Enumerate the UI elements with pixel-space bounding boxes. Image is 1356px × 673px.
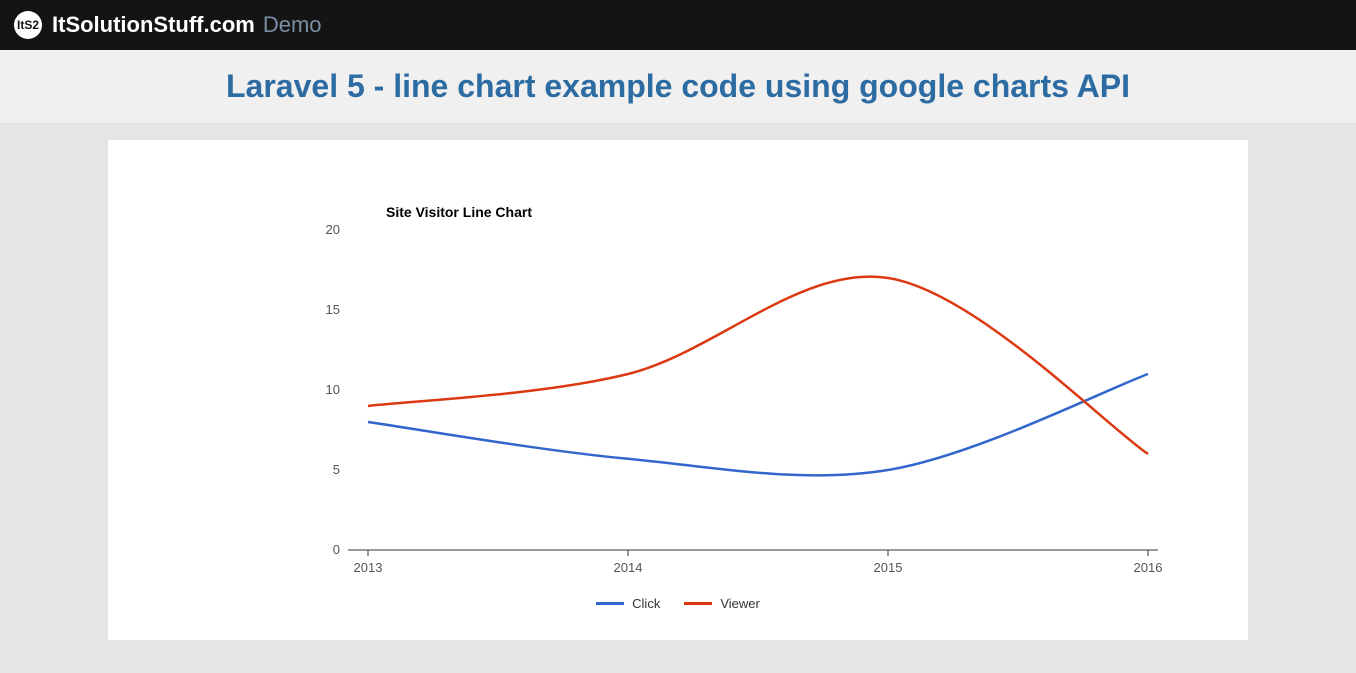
series-viewer[interactable] <box>368 277 1148 454</box>
x-axis-ticks: 2013 2014 2015 2016 <box>354 550 1163 575</box>
svg-text:2013: 2013 <box>354 560 383 575</box>
series-click[interactable] <box>368 374 1148 475</box>
svg-text:10: 10 <box>326 382 340 397</box>
svg-text:2015: 2015 <box>874 560 903 575</box>
svg-text:2014: 2014 <box>614 560 643 575</box>
legend-item-click[interactable]: Click <box>596 596 660 611</box>
svg-text:0: 0 <box>333 542 340 557</box>
legend: Click Viewer <box>168 596 1188 611</box>
chart-title: Site Visitor Line Chart <box>386 204 532 220</box>
legend-label-click: Click <box>632 596 660 611</box>
svg-text:2016: 2016 <box>1134 560 1163 575</box>
svg-text:5: 5 <box>333 462 340 477</box>
logo-badge: ItS2 <box>14 11 42 39</box>
demo-label[interactable]: Demo <box>263 12 322 38</box>
y-axis-ticks: 0 5 10 15 20 <box>326 222 340 557</box>
legend-item-viewer[interactable]: Viewer <box>684 596 760 611</box>
site-header: ItS2 ItSolutionStuff.com Demo <box>0 0 1356 50</box>
legend-label-viewer: Viewer <box>720 596 760 611</box>
line-chart: 0 5 10 15 20 2013 2014 2015 2016 <box>168 170 1188 590</box>
legend-swatch-viewer <box>684 602 712 605</box>
chart-card: Site Visitor Line Chart 05101520 2013201… <box>108 140 1248 640</box>
brand-name[interactable]: ItSolutionStuff.com <box>52 12 255 38</box>
svg-text:15: 15 <box>326 302 340 317</box>
chart-series <box>368 277 1148 476</box>
page-title-container: Laravel 5 - line chart example code usin… <box>0 50 1356 124</box>
svg-text:20: 20 <box>326 222 340 237</box>
page-title: Laravel 5 - line chart example code usin… <box>0 68 1356 105</box>
legend-swatch-click <box>596 602 624 605</box>
